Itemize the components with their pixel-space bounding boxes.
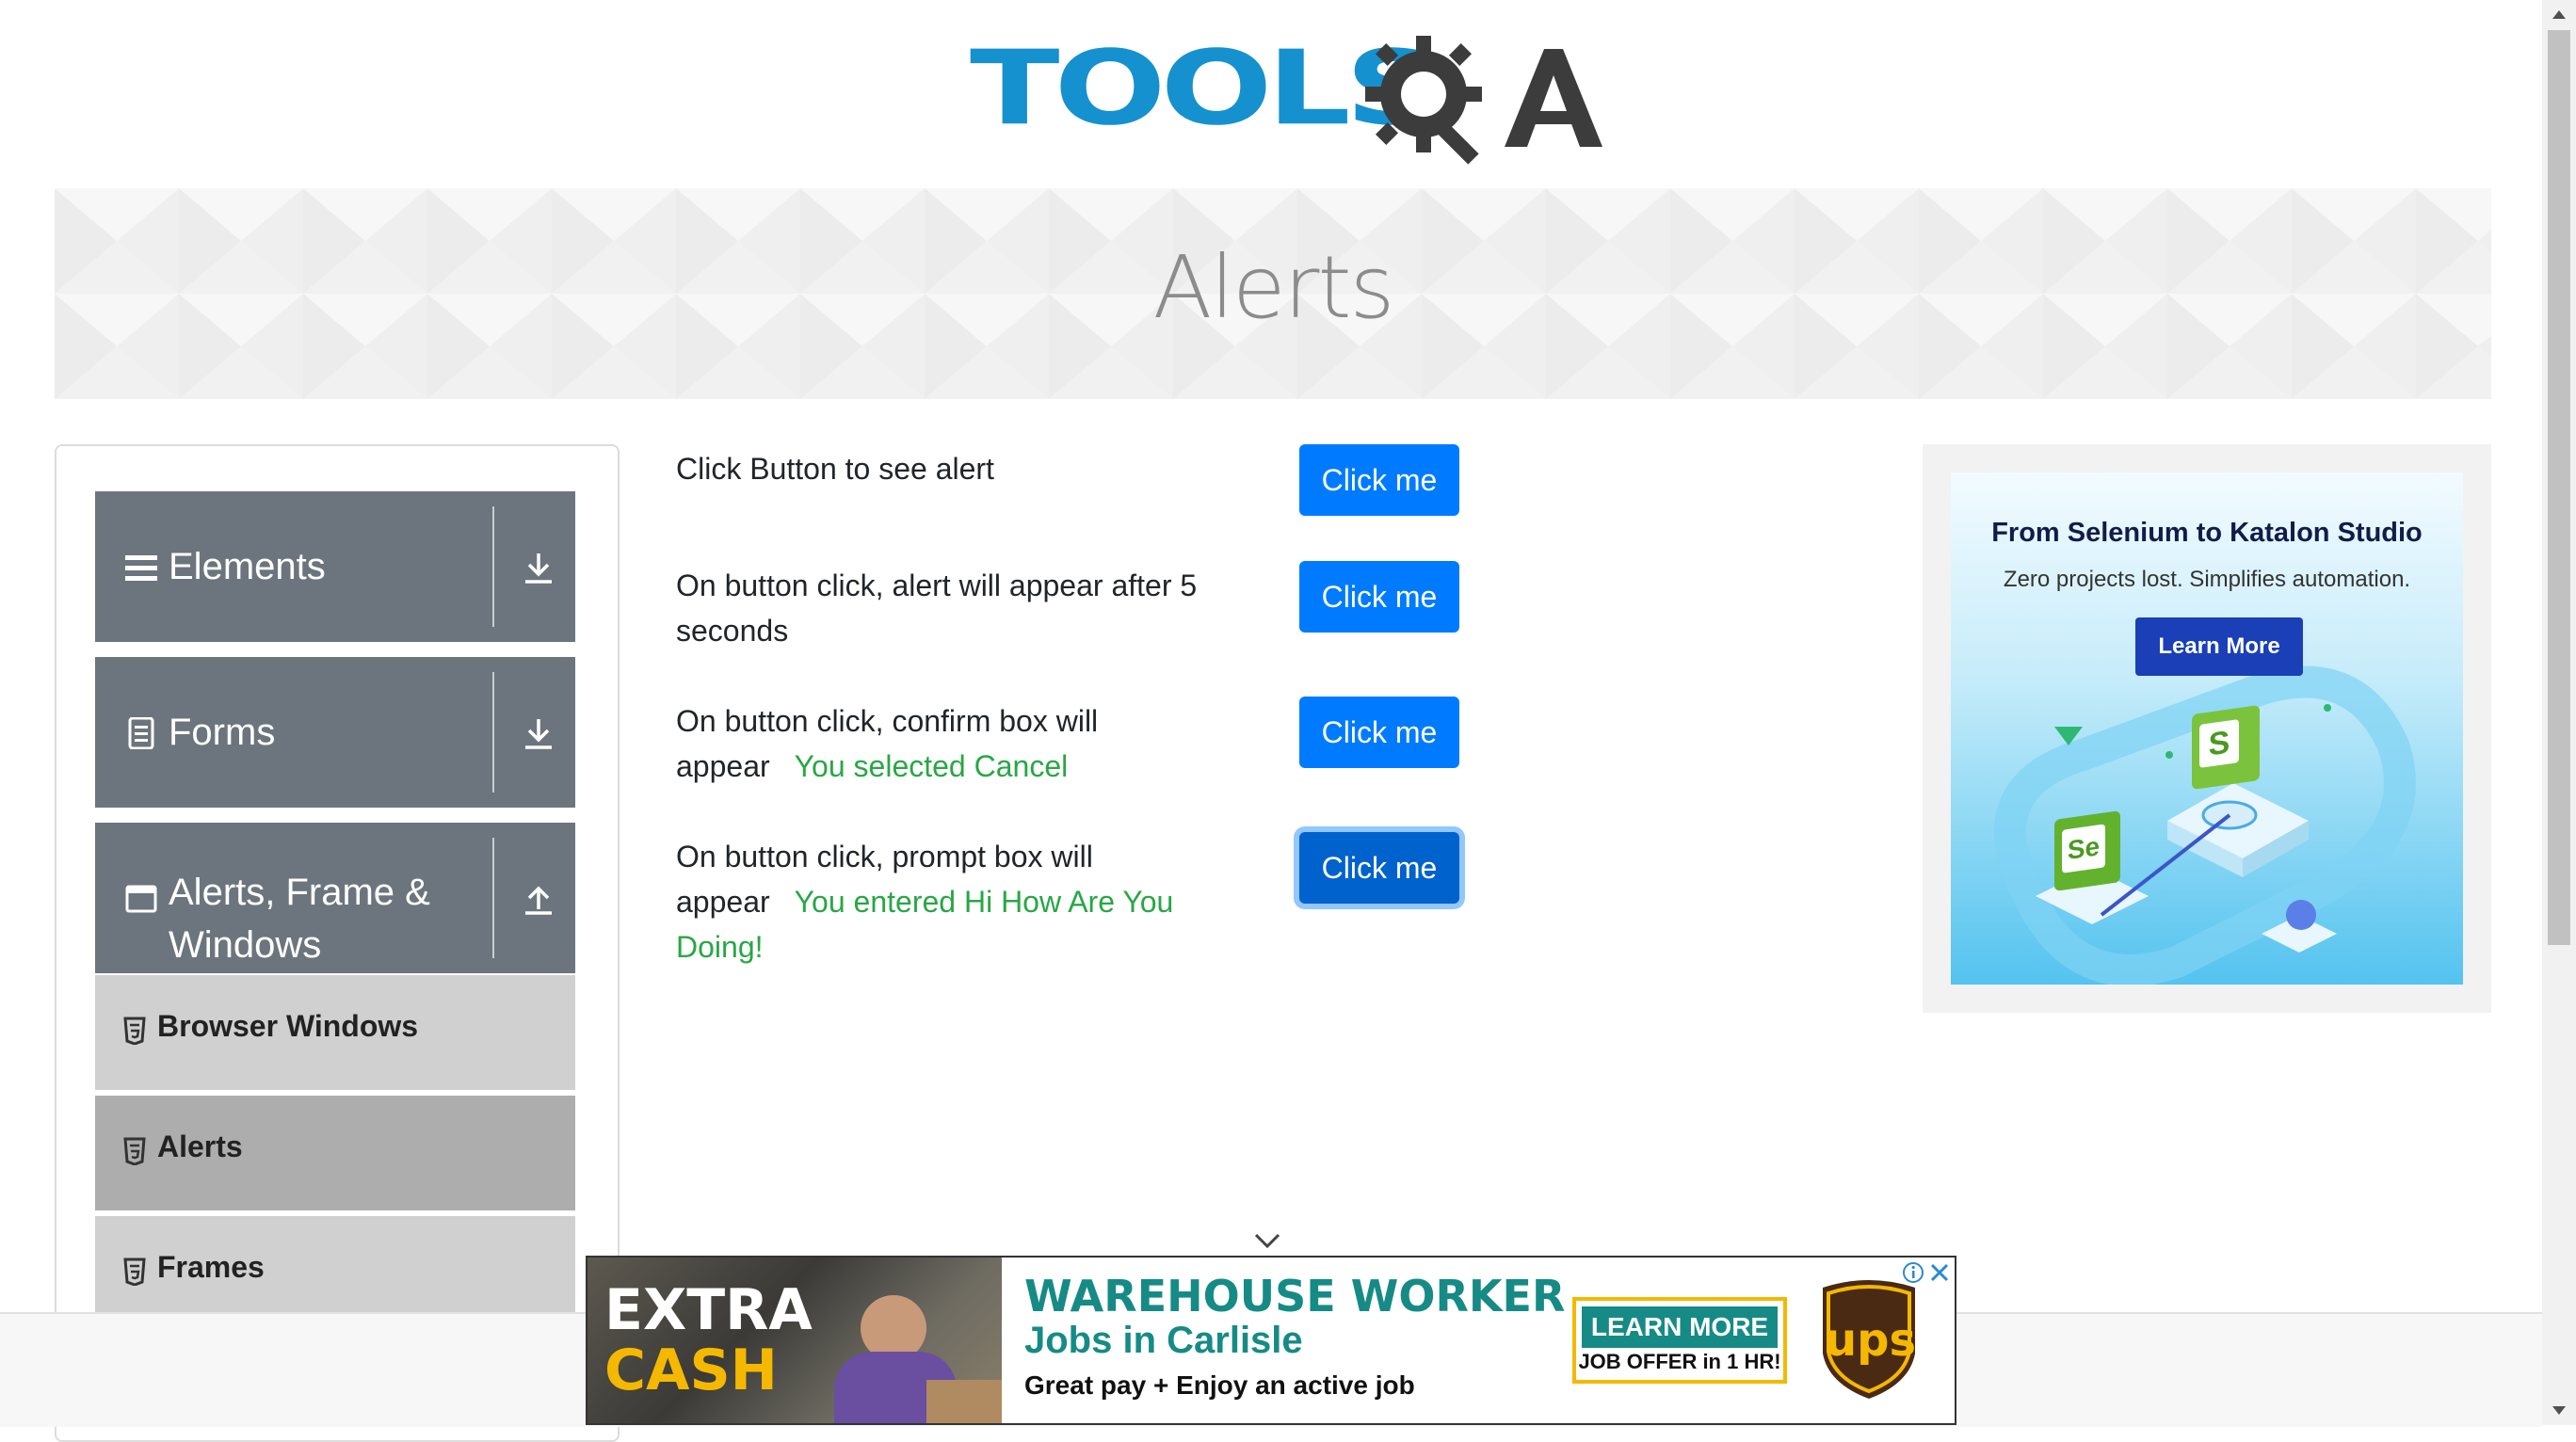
ad-job-offer: JOB OFFER in 1 HR! bbox=[1578, 1350, 1781, 1373]
sidebar-group-label: Elements bbox=[169, 546, 326, 587]
page-header-banner: Alerts bbox=[55, 188, 2491, 399]
download-icon bbox=[525, 553, 552, 584]
scroll-up-arrow-icon[interactable] bbox=[2550, 6, 2568, 24]
divider bbox=[492, 506, 494, 627]
selenium-badge-letters: Se bbox=[2062, 824, 2105, 873]
toolsqa-logo[interactable]: TOOLS bbox=[970, 24, 1602, 175]
prompt-result-line1: You entered Hi How Are You bbox=[794, 885, 1174, 919]
html5-icon bbox=[123, 1258, 146, 1286]
menu-icon bbox=[125, 555, 157, 581]
katalon-badge-letter: S bbox=[2199, 719, 2239, 768]
sidebar-item-label: Browser Windows bbox=[157, 1009, 419, 1043]
sidebar-item-browser-windows[interactable]: Browser Windows bbox=[95, 973, 575, 1090]
ad-cash: CASH bbox=[604, 1338, 778, 1403]
alert-button[interactable]: Click me bbox=[1299, 444, 1459, 516]
row-text-line2: appear bbox=[676, 749, 770, 783]
sidebar-group-alerts-frame-windows[interactable]: Alerts, Frame & Windows bbox=[95, 823, 575, 973]
sidebar-group-forms[interactable]: Forms bbox=[95, 657, 575, 808]
ad-subheadline: Jobs in Carlisle bbox=[1024, 1320, 1303, 1361]
scrollbar-thumb[interactable] bbox=[2548, 30, 2570, 945]
close-icon[interactable] bbox=[1928, 1261, 1951, 1284]
html5-icon bbox=[123, 1017, 146, 1045]
row-text-line1: On button click, prompt box will bbox=[676, 840, 1093, 873]
confirm-row-label: On button click, confirm box will appear… bbox=[676, 698, 1241, 789]
row-text: Click Button to see alert bbox=[676, 452, 994, 486]
confirm-result: You selected Cancel bbox=[794, 749, 1069, 783]
sidebar-group-label-line1: Alerts, Frame & bbox=[169, 872, 430, 913]
ad-box bbox=[926, 1380, 1002, 1423]
ad-subline: Zero projects lost. Simplifies automatio… bbox=[2003, 567, 2411, 592]
logo-a-letter bbox=[1505, 49, 1602, 147]
bottom-ad-banner[interactable]: EXTRA CASH WAREHOUSE WORKER Jobs in Carl… bbox=[586, 1256, 1956, 1425]
gear-icon bbox=[1365, 36, 1482, 165]
katalon-ad-content[interactable]: From Selenium to Katalon Studio Zero pro… bbox=[1951, 473, 2463, 985]
prompt-row-label: On button click, prompt box will appear Y… bbox=[676, 834, 1241, 969]
prompt-result-line2: Doing! bbox=[676, 930, 764, 964]
window-icon bbox=[125, 885, 157, 913]
scrollbar[interactable] bbox=[2542, 0, 2576, 1425]
ad-headline: WAREHOUSE WORKER bbox=[1024, 1271, 1566, 1322]
sidebar-group-label-line2: Windows bbox=[169, 924, 322, 966]
prompt-button[interactable]: Click me bbox=[1299, 832, 1459, 904]
divider bbox=[492, 672, 494, 793]
scroll-down-arrow-icon[interactable] bbox=[2550, 1401, 2568, 1419]
row-text-line2: seconds bbox=[676, 614, 789, 648]
ad-extra-cash: EXTRA CASH bbox=[604, 1280, 813, 1401]
ad-extra: EXTRA bbox=[604, 1277, 813, 1343]
confirm-button[interactable]: Click me bbox=[1299, 697, 1459, 768]
alert-row-label: Click Button to see alert bbox=[676, 446, 1241, 491]
learn-more-button[interactable]: Learn More bbox=[2135, 617, 2303, 676]
selenium-badge: Se bbox=[2054, 810, 2120, 891]
page-title: Alerts bbox=[1152, 237, 1395, 338]
document-icon bbox=[128, 717, 154, 749]
sidebar-item-alerts[interactable]: Alerts bbox=[95, 1094, 575, 1210]
divider bbox=[492, 838, 494, 958]
chevron-down-icon[interactable] bbox=[1252, 1231, 1282, 1250]
katalon-badge: S bbox=[2192, 704, 2260, 791]
row-text-line1: On button click, alert will appear after… bbox=[676, 569, 1198, 602]
katalon-ad[interactable]: From Selenium to Katalon Studio Zero pro… bbox=[1923, 444, 2491, 1013]
ad-learn-more[interactable]: LEARN MORE bbox=[1582, 1306, 1778, 1348]
sidebar-item-label: Alerts bbox=[157, 1130, 243, 1163]
download-icon bbox=[525, 719, 552, 749]
row-text-line2: appear bbox=[676, 885, 770, 919]
sidebar-group-label: Forms bbox=[169, 712, 276, 753]
timer-alert-row-label: On button click, alert will appear after… bbox=[676, 563, 1241, 653]
row-text-line1: On button click, confirm box will bbox=[676, 704, 1099, 738]
html5-icon bbox=[123, 1137, 146, 1165]
ups-logo-text: ups bbox=[1825, 1314, 1917, 1367]
upload-icon bbox=[525, 886, 552, 915]
sidebar-item-label: Frames bbox=[157, 1250, 265, 1284]
ad-cta[interactable]: LEARN MORE JOB OFFER in 1 HR! bbox=[1572, 1297, 1787, 1384]
ad-tagline: Great pay + Enjoy an active job bbox=[1024, 1370, 1415, 1400]
ad-headline: From Selenium to Katalon Studio bbox=[1991, 518, 2423, 548]
timer-alert-button[interactable]: Click me bbox=[1299, 561, 1459, 633]
info-icon[interactable] bbox=[1902, 1261, 1924, 1284]
sidebar-group-elements[interactable]: Elements bbox=[95, 491, 575, 642]
